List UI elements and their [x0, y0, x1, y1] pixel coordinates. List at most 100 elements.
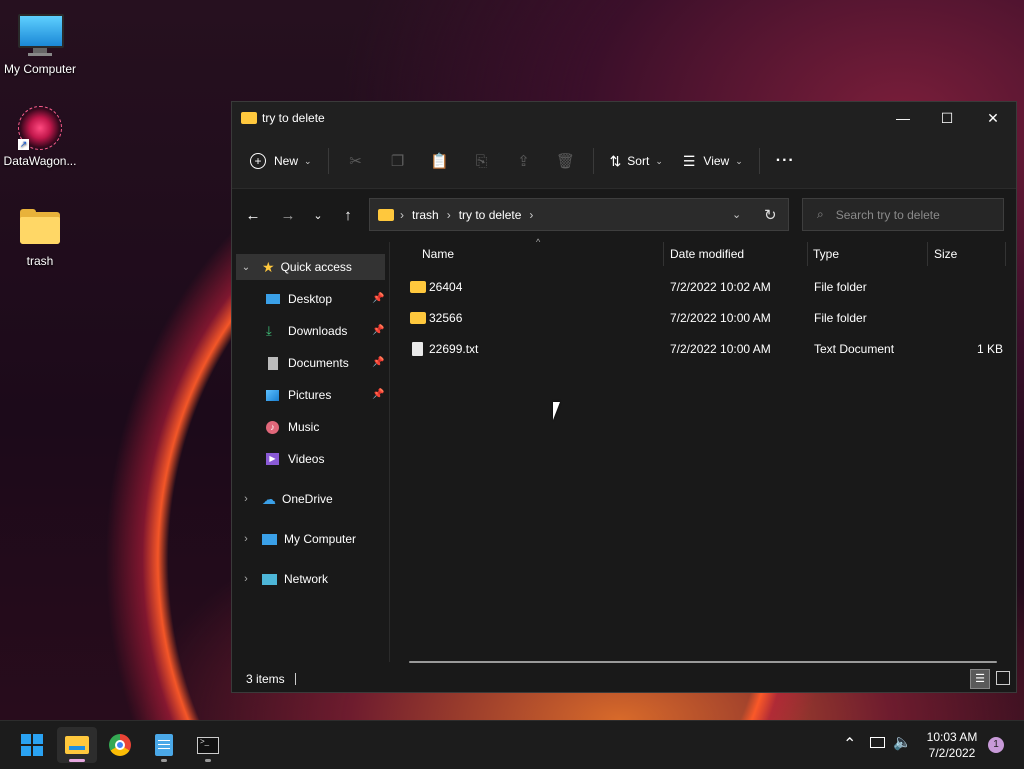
nav-item-downloads[interactable]: ⤓ Downloads: [266, 318, 347, 344]
nav-my-computer[interactable]: › My Computer: [236, 526, 356, 552]
nav-item-videos[interactable]: ▶ Videos: [266, 446, 324, 472]
column-header-date-modified[interactable]: Date modified: [670, 242, 744, 266]
nav-quick-access[interactable]: ⌄ ★ Quick access: [236, 254, 385, 280]
desktop-icon-datawagon[interactable]: ↗ DataWagon...: [0, 106, 80, 168]
clock-time: 10:03 AM: [926, 730, 978, 744]
title-bar[interactable]: try to delete — ☐ ✕: [232, 102, 1016, 134]
nav-item-label: Pictures: [288, 388, 332, 402]
breadcrumb-trash[interactable]: trash: [412, 208, 439, 222]
navigation-pane: ⌄ ★ Quick access Desktop 📌 ⤓ Downloads 📌…: [232, 242, 390, 662]
search-icon: ⌕: [817, 207, 824, 221]
address-history-chevron-icon[interactable]: ⌄: [732, 208, 741, 221]
file-type: File folder: [814, 311, 867, 325]
nav-item-desktop[interactable]: Desktop: [266, 286, 332, 312]
column-header-name[interactable]: Name: [422, 242, 454, 266]
forward-arrow-icon[interactable]: →: [274, 199, 302, 231]
file-row[interactable]: 22699.txt 7/2/2022 10:00 AM Text Documen…: [408, 335, 1003, 363]
desktop-icon: [266, 294, 280, 304]
copy-icon[interactable]: ❐: [385, 145, 411, 177]
details-view-icon[interactable]: ☰: [970, 669, 990, 689]
pictures-icon: [266, 389, 279, 401]
share-icon[interactable]: ⇪: [511, 145, 537, 177]
new-button[interactable]: + New ⌄: [240, 145, 322, 177]
nav-item-pictures[interactable]: Pictures: [266, 382, 331, 408]
desktop-icon-label: My Computer: [3, 62, 77, 76]
column-divider[interactable]: [807, 242, 808, 266]
chrome-icon: [109, 734, 131, 756]
taskbar-notepad[interactable]: [144, 727, 184, 763]
download-icon: ⤓: [266, 323, 272, 338]
maximize-button[interactable]: ☐: [924, 102, 970, 134]
breadcrumb-try-to-delete[interactable]: try to delete: [459, 208, 522, 222]
file-type: Text Document: [814, 342, 895, 356]
folder-icon: [378, 208, 394, 221]
nav-item-label: Network: [284, 572, 329, 586]
nav-item-label: Downloads: [288, 324, 348, 338]
taskbar-terminal[interactable]: >_: [188, 727, 228, 763]
column-header-type[interactable]: Type: [813, 242, 839, 266]
nav-network[interactable]: › Network: [236, 566, 328, 592]
column-header-size[interactable]: Size: [934, 242, 957, 266]
column-divider[interactable]: [1005, 242, 1006, 266]
plus-circle-icon: +: [250, 153, 266, 169]
taskbar-file-explorer[interactable]: [57, 727, 97, 763]
file-list: ^ Name Date modified Type Size 26404 7/2…: [390, 237, 1016, 663]
view-button[interactable]: ☰ View ⌄: [673, 145, 753, 177]
search-box[interactable]: ⌕ Search try to delete: [802, 198, 1004, 231]
rename-icon[interactable]: ⎘: [469, 145, 495, 177]
folder-icon: [18, 206, 62, 250]
notification-badge[interactable]: 1: [988, 737, 1004, 753]
large-icons-view-icon[interactable]: [996, 671, 1010, 685]
music-icon: ♪: [266, 420, 279, 434]
network-status-icon[interactable]: [870, 737, 885, 748]
more-options-button[interactable]: ···: [766, 145, 805, 177]
back-arrow-icon[interactable]: ←: [239, 199, 267, 231]
close-button[interactable]: ✕: [970, 102, 1016, 134]
column-divider[interactable]: [927, 242, 928, 266]
paste-icon[interactable]: 📋: [427, 145, 453, 177]
status-bar: 3 items ☰: [232, 666, 1016, 692]
file-row[interactable]: 26404 7/2/2022 10:02 AM File folder: [408, 273, 1003, 301]
star-icon: ★: [262, 258, 275, 275]
clock[interactable]: 10:03 AM 7/2/2022: [918, 729, 986, 761]
sort-button[interactable]: ⇅ Sort ⌄: [600, 145, 673, 177]
file-name: 22699.txt: [429, 342, 479, 356]
nav-item-documents[interactable]: Documents: [266, 350, 349, 376]
desktop-icon-label: trash: [26, 254, 54, 268]
volume-icon[interactable]: 🔈: [893, 733, 912, 751]
start-button[interactable]: [12, 727, 52, 763]
refresh-icon[interactable]: ↻: [764, 206, 777, 224]
nav-item-label: Quick access: [280, 260, 352, 274]
nav-item-label: My Computer: [284, 532, 357, 546]
window-title: try to delete: [262, 111, 325, 125]
recent-locations-chevron-icon[interactable]: ⌄: [304, 199, 332, 231]
pin-icon: 📌: [372, 389, 385, 400]
item-count: 3 items: [246, 672, 285, 686]
view-label: View: [703, 154, 730, 168]
document-icon: [268, 356, 278, 370]
delete-icon[interactable]: 🗑: [553, 145, 579, 177]
desktop-icon-my-computer[interactable]: My Computer: [0, 10, 80, 76]
file-date: 7/2/2022 10:00 AM: [670, 342, 771, 356]
desktop-icon-trash[interactable]: trash: [0, 206, 80, 268]
file-row[interactable]: 32566 7/2/2022 10:00 AM File folder: [408, 304, 1003, 332]
status-divider: [294, 673, 296, 685]
folder-icon: [410, 281, 426, 293]
videos-icon: ▶: [266, 453, 279, 465]
cut-icon[interactable]: ✂: [343, 145, 369, 177]
taskbar-chrome[interactable]: [100, 727, 140, 763]
breadcrumb-separator-icon: ›: [446, 207, 451, 222]
minimize-button[interactable]: —: [880, 102, 926, 134]
nav-item-music[interactable]: ♪ Music: [266, 414, 319, 440]
address-bar[interactable]: › trash › try to delete › ⌄ ↻: [369, 198, 789, 231]
file-name: 32566: [429, 311, 463, 325]
text-file-icon: [412, 342, 423, 356]
show-hidden-icons-chevron-icon[interactable]: ⌃: [843, 734, 856, 754]
column-divider[interactable]: [663, 242, 664, 266]
horizontal-scrollbar[interactable]: [409, 661, 997, 663]
new-label: New: [274, 154, 299, 168]
nav-onedrive[interactable]: › ☁ OneDrive: [236, 486, 333, 512]
command-bar: + New ⌄ ✂ ❐ 📋 ⎘ ⇪ 🗑 ⇅ Sort ⌄ ☰ View ⌄ ··…: [232, 134, 1016, 189]
up-arrow-icon[interactable]: ↑: [334, 199, 362, 231]
file-size: 1 KB: [976, 342, 1003, 356]
